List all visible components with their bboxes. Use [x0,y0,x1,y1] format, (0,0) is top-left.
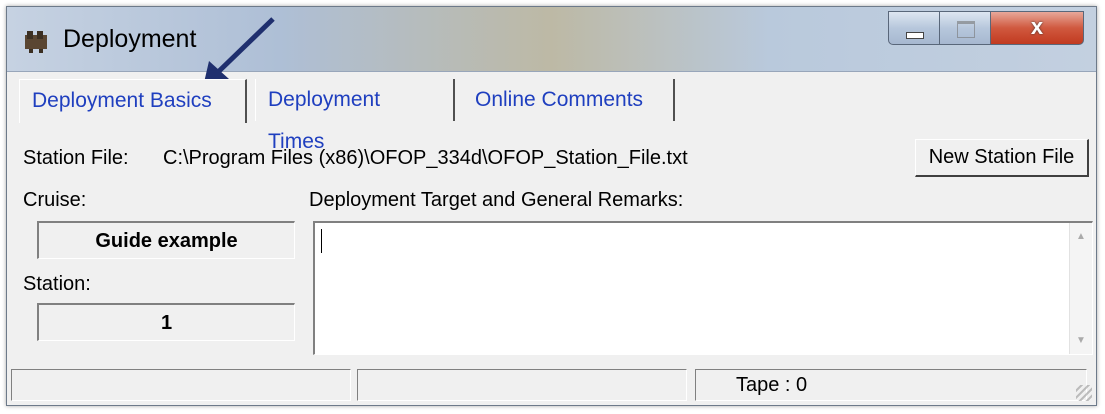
remarks-label: Deployment Target and General Remarks: [309,189,684,211]
tab-deployment-times[interactable]: Deployment Times [255,79,455,153]
tab-online-comments[interactable]: Online Comments [463,79,675,121]
status-panel-tape: Tape : 0 [695,369,1087,401]
cruise-field[interactable]: Guide example [37,221,295,259]
tab-deployment-basics[interactable]: Deployment Basics [19,79,247,123]
remarks-scrollbar[interactable]: ▲ ▼ [1069,223,1092,354]
new-station-file-button[interactable]: New Station File [915,139,1089,177]
title-bar[interactable]: Deployment x [7,7,1096,72]
scroll-up-icon[interactable]: ▲ [1076,231,1086,242]
minimize-icon [906,32,924,39]
window-title: Deployment [63,25,197,53]
resize-grip-icon[interactable] [1076,385,1092,401]
station-file-path: C:\Program Files (x86)\OFOP_334d\OFOP_St… [163,147,688,169]
station-field[interactable]: 1 [37,303,295,341]
text-caret [321,229,322,253]
remarks-textarea[interactable]: ▲ ▼ [313,221,1093,355]
app-icon [25,31,47,53]
cruise-label: Cruise: [23,189,87,211]
station-file-label: Station File: [23,147,129,169]
scroll-down-icon[interactable]: ▼ [1076,335,1086,346]
maximize-icon [957,21,975,38]
close-button[interactable]: x [990,11,1084,45]
station-label: Station: [23,273,91,295]
minimize-button[interactable] [888,11,940,45]
maximize-button[interactable] [939,11,991,45]
deployment-window: Deployment x Deployment Basics Deploymen… [6,6,1097,406]
status-panel-2 [357,369,687,401]
status-bar: Tape : 0 [7,365,1096,405]
close-icon: x [1030,14,1044,39]
status-panel-1 [11,369,351,401]
